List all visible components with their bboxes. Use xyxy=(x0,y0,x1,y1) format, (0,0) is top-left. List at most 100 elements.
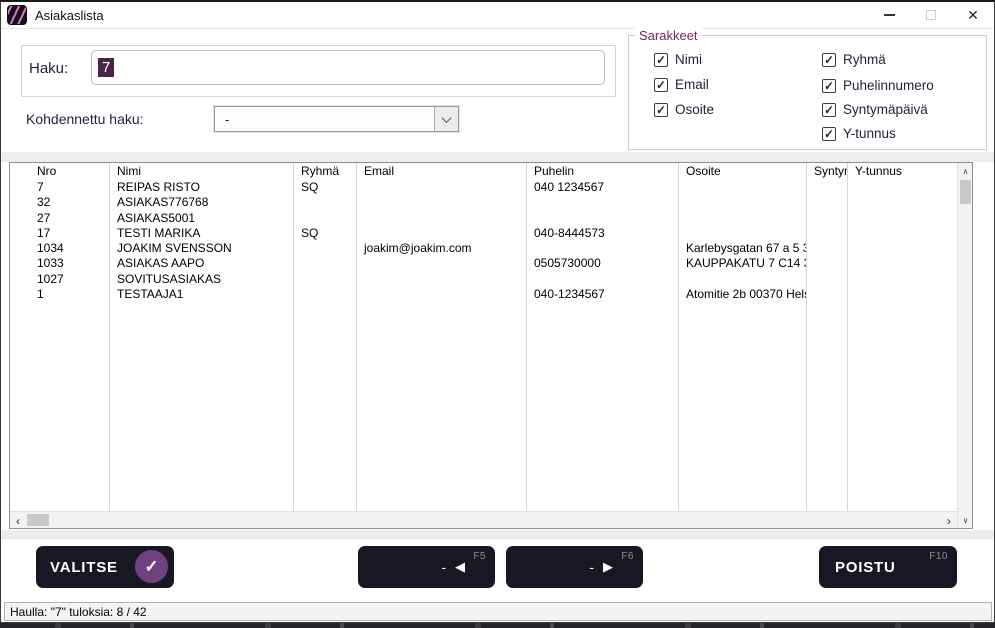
cell-syntym xyxy=(806,272,847,287)
next-button[interactable]: - ▶ F6 xyxy=(506,546,643,588)
close-icon: ✕ xyxy=(967,7,979,24)
table-row[interactable]: 17TESTI MARIKASQ040-8444573 xyxy=(10,226,972,241)
previous-label: - xyxy=(441,559,446,575)
cell-email xyxy=(356,287,526,302)
taskbar-sliver xyxy=(0,623,995,628)
column-header-osoite[interactable]: Osoite xyxy=(678,163,806,180)
cell-osoite: Karlebysgatan 67 a 5 345 xyxy=(678,241,806,256)
previous-button[interactable]: - ◀ F5 xyxy=(358,546,495,588)
table-row[interactable]: 1033ASIAKAS AAPO0505730000KAUPPAKATU 7 C… xyxy=(10,256,972,271)
scroll-right-icon[interactable]: › xyxy=(941,512,957,528)
cell-nro: 17 xyxy=(10,226,109,241)
cell-puhelin xyxy=(526,272,678,287)
column-header-email[interactable]: Email xyxy=(356,163,526,180)
table-row[interactable]: 27ASIAKAS5001 xyxy=(10,211,972,226)
horizontal-scroll-thumb[interactable] xyxy=(27,514,49,526)
cell-nro: 27 xyxy=(10,211,109,226)
maximize-button[interactable] xyxy=(910,2,952,28)
valitse-button[interactable]: VALITSE ✓ xyxy=(36,546,174,588)
poistu-label: POISTU xyxy=(835,559,896,576)
table-row[interactable]: 7REIPAS RISTOSQ040 1234567 xyxy=(10,180,972,195)
dropdown-button[interactable] xyxy=(434,107,458,131)
cell-nimi: SOVITUSASIAKAS xyxy=(109,272,293,287)
checkbox-email[interactable]: ✓Email xyxy=(654,77,709,92)
cell-puhelin: 0505730000 xyxy=(526,256,678,271)
cell-osoite: Atomitie 2b 00370 Helsin xyxy=(678,287,806,302)
cell-ryhma xyxy=(293,287,356,302)
checkbox-label: Nimi xyxy=(675,52,702,67)
targeted-search-dropdown[interactable]: - xyxy=(214,106,459,132)
poistu-button[interactable]: POISTU F10 xyxy=(819,546,957,588)
cell-ryhma xyxy=(293,272,356,287)
divider-strip-2 xyxy=(1,530,994,538)
cell-email xyxy=(356,195,526,210)
horizontal-scrollbar[interactable]: ‹ › xyxy=(10,511,957,528)
table-row[interactable]: 1TESTAAJA1040-1234567Atomitie 2b 00370 H… xyxy=(10,287,972,302)
cell-osoite: KAUPPAKATU 7 C14 332 xyxy=(678,256,806,271)
columns-panel: Sarakkeet ✓Nimi✓Email✓Osoite✓Ryhmä✓Puhel… xyxy=(628,35,987,150)
cell-syntym xyxy=(806,256,847,271)
minimize-button[interactable] xyxy=(868,2,910,28)
column-header-puhelin[interactable]: Puhelin xyxy=(526,163,678,180)
checkbox-osoite[interactable]: ✓Osoite xyxy=(654,102,714,117)
column-header-syntym[interactable]: Syntym xyxy=(806,163,847,180)
checkmark-icon: ✓ xyxy=(654,53,668,67)
search-label: Haku: xyxy=(29,60,68,77)
cell-ryhma: SQ xyxy=(293,180,356,195)
cell-ryhma: SQ xyxy=(293,226,356,241)
cell-ytunnus xyxy=(847,287,972,302)
cell-email xyxy=(356,180,526,195)
cell-ryhma xyxy=(293,211,356,226)
checkbox-y-tunnus[interactable]: ✓Y-tunnus xyxy=(822,126,896,141)
checkmark-icon: ✓ xyxy=(654,78,668,92)
cell-nimi: ASIAKAS5001 xyxy=(109,211,293,226)
title-bar: Asiakaslista ✕ xyxy=(1,2,994,29)
window-controls: ✕ xyxy=(868,2,994,28)
column-header-nimi[interactable]: Nimi xyxy=(109,163,293,180)
column-header-ryhma[interactable]: Ryhmä xyxy=(293,163,356,180)
status-bar: Haulla: "7" tuloksia: 8 / 42 xyxy=(4,602,992,621)
checkbox-syntym-p-iv-[interactable]: ✓Syntymäpäivä xyxy=(822,102,928,117)
cell-ytunnus xyxy=(847,211,972,226)
cell-nimi: TESTAAJA1 xyxy=(109,287,293,302)
checkbox-puhelinnumero[interactable]: ✓Puhelinnumero xyxy=(822,78,934,93)
cell-email xyxy=(356,272,526,287)
vertical-scrollbar[interactable]: ∧ ∨ xyxy=(957,163,972,528)
chevron-down-icon xyxy=(442,113,452,123)
window-title: Asiakaslista xyxy=(35,8,104,23)
close-button[interactable]: ✕ xyxy=(952,2,994,28)
scroll-up-icon[interactable]: ∧ xyxy=(958,163,972,179)
cell-email: joakim@joakim.com xyxy=(356,241,526,256)
scroll-down-icon[interactable]: ∨ xyxy=(958,512,972,528)
table-row[interactable]: 1027SOVITUSASIAKAS xyxy=(10,272,972,287)
cell-puhelin xyxy=(526,241,678,256)
cell-ryhma xyxy=(293,256,356,271)
table-row[interactable]: 1034JOAKIM SVENSSONjoakim@joakim.comKarl… xyxy=(10,241,972,256)
app-logo-icon xyxy=(7,5,27,25)
vertical-scroll-thumb[interactable] xyxy=(960,180,971,204)
cell-osoite xyxy=(678,226,806,241)
cell-puhelin xyxy=(526,195,678,210)
next-fkey: F6 xyxy=(621,551,634,562)
targeted-search-label: Kohdennettu haku: xyxy=(26,111,144,127)
cell-nimi: ASIAKAS AAPO xyxy=(109,256,293,271)
divider-strip xyxy=(1,152,994,162)
column-header-ytunnus[interactable]: Y-tunnus xyxy=(847,163,972,180)
previous-fkey: F5 xyxy=(473,551,486,562)
cell-syntym xyxy=(806,211,847,226)
search-input-value: 7 xyxy=(98,58,114,77)
scroll-left-icon[interactable]: ‹ xyxy=(10,512,26,528)
search-input[interactable]: 7 xyxy=(91,50,605,85)
checkbox-nimi[interactable]: ✓ Nimi xyxy=(654,52,702,67)
cell-nimi: TESTI MARIKA xyxy=(109,226,293,241)
checkbox-ryhm-[interactable]: ✓Ryhmä xyxy=(822,52,886,67)
cell-email xyxy=(356,226,526,241)
check-circle-icon: ✓ xyxy=(135,550,168,583)
triangle-left-icon: ◀ xyxy=(455,559,465,575)
cell-nimi: JOAKIM SVENSSON xyxy=(109,241,293,256)
column-header-nro[interactable]: Nro xyxy=(10,163,109,180)
poistu-fkey: F10 xyxy=(929,551,948,562)
cell-syntym xyxy=(806,287,847,302)
table-row[interactable]: 32ASIAKAS776768 xyxy=(10,195,972,210)
cell-osoite xyxy=(678,272,806,287)
